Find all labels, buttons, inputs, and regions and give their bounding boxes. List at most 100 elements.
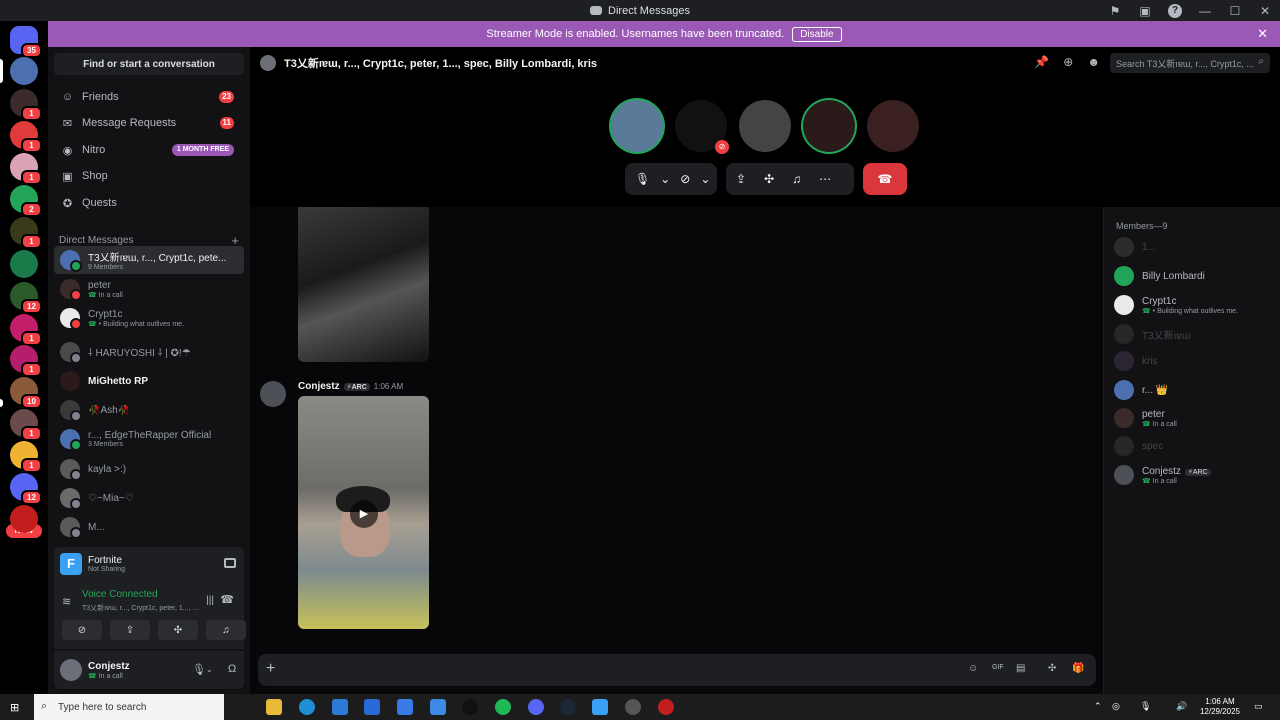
dm-item[interactable]: Crypt1c ☎ • Building what outlives me. xyxy=(54,304,244,332)
nav-item-quests[interactable]: ✪ Quests xyxy=(54,191,244,215)
participant-tile[interactable] xyxy=(867,100,919,152)
mail-icon[interactable] xyxy=(364,699,380,715)
message-composer[interactable]: + ☺ GIF ▤ ✣ 🎁 xyxy=(258,654,1096,686)
participant-tile[interactable] xyxy=(803,100,855,152)
attachment-image[interactable] xyxy=(298,207,429,362)
voice-channel[interactable]: T3乂新ıɐɯ, r..., Crypt1c, peter, 1..., spe… xyxy=(82,603,202,613)
soundboard-icon[interactable]: ♫ xyxy=(792,172,801,186)
dm-item[interactable]: M... xyxy=(54,513,244,541)
member-list-icon[interactable]: ☻ xyxy=(1087,55,1100,69)
nav-item-shop[interactable]: ▣ Shop xyxy=(54,164,244,188)
search-input[interactable]: Search T3乂新ıɐɯ, r..., Crypt1c, ... ⌕ xyxy=(1110,53,1270,73)
participant-tile[interactable] xyxy=(739,100,791,152)
chevron-up-icon[interactable]: ⌃ xyxy=(1094,701,1102,712)
tiktok-icon[interactable] xyxy=(462,699,478,715)
mic-tray-icon[interactable]: 🎙 xyxy=(1140,701,1151,712)
more-icon[interactable]: ⋯ xyxy=(819,172,831,186)
add-friends-icon[interactable]: ⊕ xyxy=(1063,55,1073,69)
sticker-icon[interactable]: ▤ xyxy=(1016,663,1025,674)
guild-tag[interactable]: ⚡ARC xyxy=(1184,468,1211,476)
username[interactable]: Conjestz xyxy=(88,661,130,672)
avatar[interactable] xyxy=(60,659,82,681)
headphones-icon[interactable]: Ω xyxy=(228,663,236,675)
soundboard-icon[interactable]: ♫ xyxy=(206,620,246,640)
screenshare-icon[interactable]: ⇪ xyxy=(736,172,746,186)
discord-icon[interactable] xyxy=(528,699,544,715)
member-item[interactable]: Crypt1c ☎ • Building what outlives me. xyxy=(1114,292,1274,318)
server-icon[interactable]: 1 xyxy=(10,217,42,249)
home-button[interactable]: 35 xyxy=(10,26,42,58)
noise-suppression-icon[interactable]: ||| xyxy=(206,595,214,606)
dm-item[interactable]: MiGhetto RP xyxy=(54,367,244,395)
member-item[interactable]: peter ☎ In a call xyxy=(1114,405,1274,431)
server-icon[interactable]: 1 xyxy=(10,314,42,346)
microphone-icon[interactable]: 🎙 xyxy=(192,663,206,676)
server-icon[interactable]: 1 xyxy=(10,121,42,153)
maximize-button[interactable]: ☐ xyxy=(1220,0,1250,21)
server-icon[interactable]: 1 xyxy=(10,409,42,441)
file-explorer-icon[interactable] xyxy=(266,699,282,715)
attach-icon[interactable]: + xyxy=(266,660,275,678)
avatar[interactable] xyxy=(260,381,286,407)
windows-start-icon[interactable]: ⊞ xyxy=(10,701,22,714)
server-icon[interactable]: 12 xyxy=(10,473,42,505)
member-item[interactable]: T3乂新ıɐɯ xyxy=(1114,321,1274,347)
disable-streamer-button[interactable]: Disable xyxy=(792,26,842,42)
inbox-icon[interactable]: ⚑ xyxy=(1100,0,1130,21)
server-icon[interactable]: 2 xyxy=(10,185,42,217)
server-icon[interactable]: 1 xyxy=(10,345,42,377)
clock[interactable]: 1:06 AM 12/29/2025 xyxy=(1200,697,1240,717)
guild-tag[interactable]: ⚡ARC xyxy=(343,382,370,391)
edge-icon[interactable] xyxy=(299,699,315,715)
dm-item[interactable]: r..., EdgeTheRapper Official 3 Members xyxy=(54,425,244,453)
participant-tile[interactable] xyxy=(611,100,663,152)
activities-icon[interactable]: ✣ xyxy=(158,620,198,640)
task-view-icon[interactable] xyxy=(232,699,248,715)
camera-off-icon[interactable]: ⊘ xyxy=(62,620,102,640)
apps-icon[interactable]: ✣ xyxy=(1048,663,1056,674)
author-name[interactable]: Conjestz xyxy=(298,381,340,392)
attachment-video[interactable]: ▶ xyxy=(298,396,429,629)
store-icon[interactable] xyxy=(332,699,348,715)
dm-item[interactable]: ⸸ HARUYOSHI ⸸ | ✪!☂ xyxy=(54,338,244,366)
server-icon[interactable]: 1 xyxy=(10,153,42,185)
app-icon[interactable] xyxy=(430,699,446,715)
dm-item[interactable]: peter ☎ In a call xyxy=(54,275,244,303)
member-item[interactable]: kris xyxy=(1114,348,1274,374)
nav-item-nitro[interactable]: ◉ Nitro 1 MONTH FREE xyxy=(54,138,244,162)
pin-icon[interactable]: 📌 xyxy=(1034,55,1049,69)
find-conversation-button[interactable]: Find or start a conversation xyxy=(54,53,244,75)
end-call-button[interactable]: ☎ xyxy=(863,163,907,195)
voice-status[interactable]: Voice Connected xyxy=(82,589,158,600)
taskbar-search-input[interactable]: ⌕ Type here to search xyxy=(34,694,224,720)
member-item[interactable]: 1... xyxy=(1114,234,1274,260)
chevron-down-icon[interactable]: ⌄ xyxy=(206,665,213,674)
share-screen-icon[interactable] xyxy=(224,558,236,568)
emoji-icon[interactable]: ☺ xyxy=(968,663,978,674)
server-icon[interactable]: 1 xyxy=(10,89,42,121)
screen-icon[interactable]: ▣ xyxy=(1130,0,1160,21)
page-title[interactable]: T3乂新ıɐɯ, r..., Crypt1c, peter, 1..., spe… xyxy=(284,55,597,71)
notifications-icon[interactable]: ▭ xyxy=(1254,701,1263,712)
server-icon[interactable]: 10 xyxy=(10,377,42,409)
play-icon[interactable]: ▶ xyxy=(350,500,378,528)
chevron-down-icon[interactable]: ⌄ xyxy=(660,172,670,186)
nav-item-message-requests[interactable]: ✉ Message Requests 11 xyxy=(54,111,244,135)
member-item[interactable]: Billy Lombardi xyxy=(1114,263,1274,289)
member-item[interactable]: r... 👑 xyxy=(1114,377,1274,403)
server-icon[interactable] xyxy=(10,57,38,85)
activities-icon[interactable]: ✣ xyxy=(764,172,774,186)
fortnite-icon[interactable] xyxy=(592,699,608,715)
app-icon[interactable] xyxy=(658,699,674,715)
member-item[interactable]: Conjestz ⚡ARC ☎ In a call xyxy=(1114,462,1274,488)
participant-tile[interactable]: ⊘ xyxy=(675,100,729,154)
spotify-icon[interactable] xyxy=(495,699,511,715)
server-icon[interactable] xyxy=(10,505,38,533)
help-button[interactable]: ? xyxy=(1160,0,1190,21)
gif-icon[interactable]: GIF xyxy=(992,664,1004,671)
dm-item[interactable]: T3乂新ıɐɯ, r..., Crypt1c, pete... 9 Members xyxy=(54,246,244,274)
close-window-button[interactable]: ✕ xyxy=(1250,0,1280,21)
microphone-icon[interactable]: 🎙 xyxy=(635,172,650,186)
dm-item[interactable]: ♡~Mia~♡ xyxy=(54,484,244,512)
minimize-button[interactable]: — xyxy=(1190,0,1220,21)
